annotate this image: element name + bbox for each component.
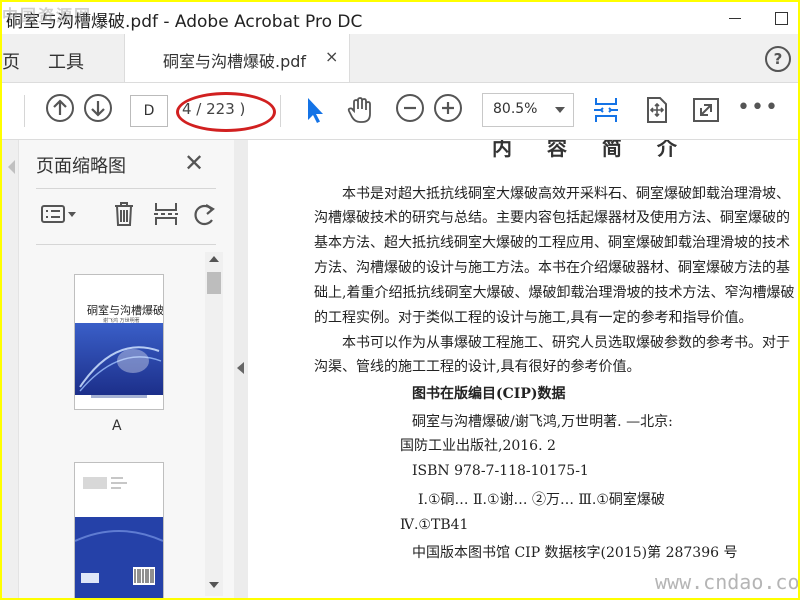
maximize-button[interactable]	[767, 6, 797, 30]
help-icon[interactable]: ?	[765, 46, 791, 72]
scrollbar-thumb[interactable]	[207, 272, 221, 294]
paragraph-line: 基本方法、超大抵抗线硐室大爆破的工程应用、硐室爆破卸载治理滑坡的技术	[314, 235, 790, 251]
title-bar: 硐室与沟槽爆破.pdf - Adobe Acrobat Pro DC 中国资源网	[2, 2, 798, 34]
toolbar-divider	[280, 95, 281, 127]
paragraph-line: 础上,着重介绍抵抗线硐室大爆破、爆破卸载治理滑坡的技术方法、窄沟槽爆破	[314, 285, 795, 301]
panel-divider	[36, 188, 216, 189]
scroll-down-icon[interactable]	[209, 582, 219, 588]
paragraph-line: 本书可以作为从事爆破工程施工、研究人员选取爆破参数的参考书。对于	[342, 335, 790, 351]
next-page-icon[interactable]	[84, 94, 112, 122]
collapse-panel-handle[interactable]	[234, 140, 248, 598]
scroll-up-icon[interactable]	[209, 256, 219, 262]
cip-line: 中国版本图书馆 CIP 数据核字(2015)第 287396 号	[412, 545, 738, 561]
thumbnail-options-icon[interactable]	[40, 200, 80, 228]
zoom-select[interactable]: 80.5%	[482, 93, 574, 127]
extract-pages-icon[interactable]	[152, 200, 180, 228]
page-thumbnail[interactable]	[74, 462, 164, 598]
rotate-icon[interactable]	[192, 200, 216, 228]
paragraph-line: 方法、沟槽爆破的设计与施工方法。本书在介绍爆破器材、硐室爆破方法的基	[314, 260, 790, 276]
paragraph-line: 的工程实例。对于类似工程的设计与施工,具有一定的参考和指导价值。	[314, 310, 753, 326]
paragraph-line: 沟渠、管线的施工工程的设计,具有很好的参考价值。	[314, 359, 641, 375]
cip-line: ISBN 978-7-118-10175-1	[412, 463, 589, 479]
thumbnails-panel: 页面缩略图 ✕ 硐室与沟槽爆破 谢飞鸿 万世明著 A	[2, 140, 235, 598]
cip-line: Ⅰ.①硐… Ⅱ.①谢… ②万… Ⅲ.①硐室爆破	[418, 492, 665, 508]
toolbar-divider	[24, 95, 25, 127]
tab-document-label: 硐室与沟槽爆破.pdf	[163, 52, 307, 71]
window-title: 硐室与沟槽爆破.pdf - Adobe Acrobat Pro DC	[6, 12, 363, 32]
page-heading: 内 容 简 介	[492, 140, 691, 160]
app-window: 硐室与沟槽爆破.pdf - Adobe Acrobat Pro DC 中国资源网…	[2, 2, 798, 598]
close-tab-icon[interactable]: ×	[325, 47, 338, 66]
minimize-button[interactable]	[720, 6, 750, 30]
chevron-down-icon	[555, 107, 565, 113]
paragraph-line: 沟槽爆破技术的研究与总结。主要内容包括起爆器材及使用方法、硐室爆破的	[314, 210, 790, 226]
tab-bar: 页 工具 硐室与沟槽爆破.pdf × ?	[2, 34, 798, 83]
tab-document[interactable]: 硐室与沟槽爆破.pdf ×	[124, 34, 350, 82]
thumbnail-label: A	[112, 418, 122, 434]
close-panel-icon[interactable]: ✕	[184, 149, 204, 177]
scroll-mode-icon[interactable]	[590, 94, 622, 126]
cip-line: Ⅳ.①TB41	[400, 517, 469, 533]
zoom-in-icon[interactable]	[434, 94, 462, 122]
cip-line: 硐室与沟槽爆破/谢飞鸿,万世明著. —北京:	[412, 414, 673, 430]
page-number-input[interactable]: D	[130, 95, 168, 127]
tab-home-partial[interactable]: 页	[2, 48, 20, 74]
thumbnail-cover-authors: 谢飞鸿 万世明著	[103, 318, 140, 324]
thumbnail-cover-title: 硐室与沟槽爆破	[87, 304, 164, 317]
watermark-bottom: www.cndao.com	[655, 570, 798, 594]
page-count: 4 / 223 )	[182, 100, 246, 118]
cip-heading: 图书在版编目(CIP)数据	[412, 386, 566, 402]
paragraph-line: 本书是对超大抵抗线硐室大爆破高效开采料石、硐室爆破卸载治理滑坡、	[342, 186, 790, 202]
thumbnail-scrollbar[interactable]	[205, 252, 223, 596]
document-view[interactable]: 内 容 简 介 本书是对超大抵抗线硐室大爆破高效开采料石、硐室爆破卸载治理滑坡、…	[248, 140, 798, 598]
cip-line: 国防工业出版社,2016. 2	[400, 438, 556, 454]
fit-page-icon[interactable]	[640, 94, 672, 126]
more-icon[interactable]: •••	[737, 95, 779, 120]
trash-icon[interactable]	[110, 200, 138, 228]
panel-rail	[2, 140, 19, 598]
tab-tools[interactable]: 工具	[48, 48, 84, 74]
fullscreen-icon[interactable]	[690, 94, 722, 126]
panel-divider	[36, 244, 216, 245]
hand-tool-icon[interactable]	[344, 94, 376, 126]
prev-page-icon[interactable]	[46, 94, 74, 122]
zoom-out-icon[interactable]	[396, 94, 424, 122]
page-thumbnail[interactable]: 硐室与沟槽爆破 谢飞鸿 万世明著	[74, 274, 164, 410]
toolbar: D 4 / 223 ) 80.5% •••	[2, 83, 798, 140]
panel-title: 页面缩略图	[36, 156, 126, 177]
select-arrow-icon[interactable]	[300, 94, 332, 126]
zoom-value: 80.5%	[493, 101, 538, 117]
